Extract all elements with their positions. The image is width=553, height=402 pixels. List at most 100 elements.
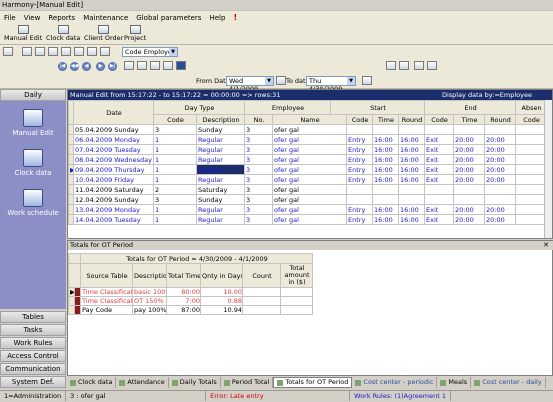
print-icon[interactable] [48,47,58,56]
menu-maintenance[interactable]: Maintenance [79,14,132,22]
ot-col-source[interactable]: Source Table [80,263,133,288]
ot-cell-source[interactable]: Pay Code [80,305,133,315]
grid-scrollbar[interactable] [544,100,552,238]
properties-icon[interactable] [414,61,424,70]
cell-scode[interactable] [346,124,374,135]
cell-code[interactable]: 3 [153,194,197,205]
cell-absence[interactable] [515,134,548,145]
cell-stime[interactable]: 16:00 [372,154,400,165]
cell-stime[interactable]: 16:00 [372,164,400,175]
calendar-icon[interactable] [137,61,147,70]
cell-absence[interactable] [515,164,548,175]
cell-date[interactable]: 09.04.2009 Thursday [73,164,154,175]
cell-stime[interactable]: 16:00 [372,214,400,225]
ot-cell-time[interactable]: 80:00 [166,287,201,297]
cell-sround[interactable]: 16:00 [398,154,426,165]
ot-cell-amount[interactable] [279,296,314,306]
cell-code[interactable]: 1 [153,144,197,155]
cell-ecode[interactable]: Exit [424,174,455,185]
col-end-round[interactable]: Round [484,114,517,125]
tab-period-total[interactable]: Period Total [221,377,274,388]
col-absence-code[interactable]: Code [515,114,548,125]
table-row[interactable]: 05.04.2009 Sunday 3 Sunday 3 ofer gal [68,124,548,135]
search-icon[interactable] [386,61,396,70]
col-daytype-desc[interactable]: Description [196,114,245,125]
cell-name[interactable]: ofer gal [271,124,348,135]
cell-code[interactable]: 1 [153,164,197,175]
cell-scode[interactable]: Entry [346,144,374,155]
ot-cell-count[interactable] [242,287,281,297]
cell-eround[interactable] [484,184,517,195]
table-row[interactable]: 11.04.2009 Saturday 2 Saturday 3 ofer gal [68,184,548,195]
tab-meals[interactable]: Meals [437,377,472,388]
cell-eround[interactable]: 20:00 [484,204,517,215]
menu-view[interactable]: View [20,14,45,22]
table-row[interactable]: 06.04.2009 Monday 1 Regular 3 ofer gal Entry 1… [68,134,548,145]
cell-absence[interactable] [515,204,548,215]
cell-absence[interactable] [515,124,548,135]
cell-date[interactable]: 07.04.2009 Tuesday [73,144,154,155]
cell-desc[interactable]: Sunday [196,194,245,205]
cell-scode[interactable] [346,184,374,195]
cell-code[interactable]: 1 [153,174,197,185]
cell-etime[interactable]: 20:00 [453,204,486,215]
manual-edit-button[interactable]: Manual Edit [4,25,42,44]
cell-ecode[interactable]: Exit [424,134,455,145]
cell-sround[interactable]: 16:00 [398,174,426,185]
delete-icon[interactable] [74,47,84,56]
export-icon[interactable] [61,47,71,56]
cell-sround[interactable]: 16:00 [398,214,426,225]
cell-desc[interactable]: Regular [196,214,245,225]
table-row[interactable]: 07.04.2009 Tuesday 1 Regular 3 ofer gal Entry… [68,144,548,155]
col-end-code[interactable]: Code [424,114,455,125]
cell-ecode[interactable] [424,194,455,205]
cell-name[interactable]: ofer gal [271,214,348,225]
cell-scode[interactable]: Entry [346,154,374,165]
cell-ecode[interactable]: Exit [424,164,455,175]
table-row[interactable]: 08.04.2009 Wednesday 1 Regular 3 ofer gal Ent… [68,154,548,165]
code-employee-select[interactable]: Code Employee ▼ [122,47,178,57]
ot-cell-amount[interactable] [279,305,314,315]
grid-icon[interactable] [163,61,173,70]
cell-sround[interactable]: 16:00 [398,134,426,145]
cell-scode[interactable]: Entry [346,204,374,215]
cell-desc[interactable]: Regular [196,164,245,175]
cell-no[interactable]: 3 [244,184,273,195]
menu-reports[interactable]: Reports [44,14,79,22]
cell-date[interactable]: 08.04.2009 Wednesday [73,154,154,165]
cell-no[interactable]: 3 [244,154,273,165]
cell-scode[interactable]: Entry [346,134,374,145]
new-icon[interactable] [3,47,13,56]
tab-daily-totals[interactable]: Daily Totals [169,377,221,388]
cell-stime[interactable]: 16:00 [372,204,400,215]
tool-icon[interactable] [150,61,160,70]
cell-eround[interactable]: 20:00 [484,134,517,145]
ot-cell-time[interactable]: 7:00 [166,296,201,306]
table-row[interactable]: 10.04.2009 Friday 1 Regular 3 ofer gal Entry 1… [68,174,548,185]
cell-no[interactable]: 3 [244,194,273,205]
cell-name[interactable]: ofer gal [271,204,348,215]
current-row-marker[interactable]: ▶ [68,164,74,175]
cell-sround[interactable] [398,184,426,195]
ot-table-row[interactable]: ▶ Time Classificationbasic 100%80:0010.00 [68,287,314,297]
cell-etime[interactable]: 20:00 [453,154,486,165]
ot-col-qnty-days[interactable]: Qnty in Days [200,263,243,288]
cell-desc[interactable]: Regular [196,144,245,155]
cell-absence[interactable] [515,154,548,165]
cell-desc[interactable]: Regular [196,154,245,165]
table-row[interactable]: 14.04.2009 Tuesday 1 Regular 3 ofer gal Entry… [68,214,548,225]
cell-name[interactable]: ofer gal [271,174,348,185]
cell-ecode[interactable]: Exit [424,154,455,165]
cell-ecode[interactable]: Exit [424,144,455,155]
find-icon[interactable] [399,61,409,70]
cell-code[interactable]: 2 [153,184,197,195]
cell-etime[interactable] [453,194,486,205]
tab-attendance[interactable]: Attendance [116,377,169,388]
cell-eround[interactable]: 20:00 [484,164,517,175]
cell-etime[interactable] [453,124,486,135]
cell-name[interactable]: ofer gal [271,154,348,165]
cell-stime[interactable] [372,194,400,205]
cell-etime[interactable]: 20:00 [453,134,486,145]
tab-totals-for-ot-period[interactable]: Totals for OT Period [273,377,353,388]
cell-absence[interactable] [515,194,548,205]
